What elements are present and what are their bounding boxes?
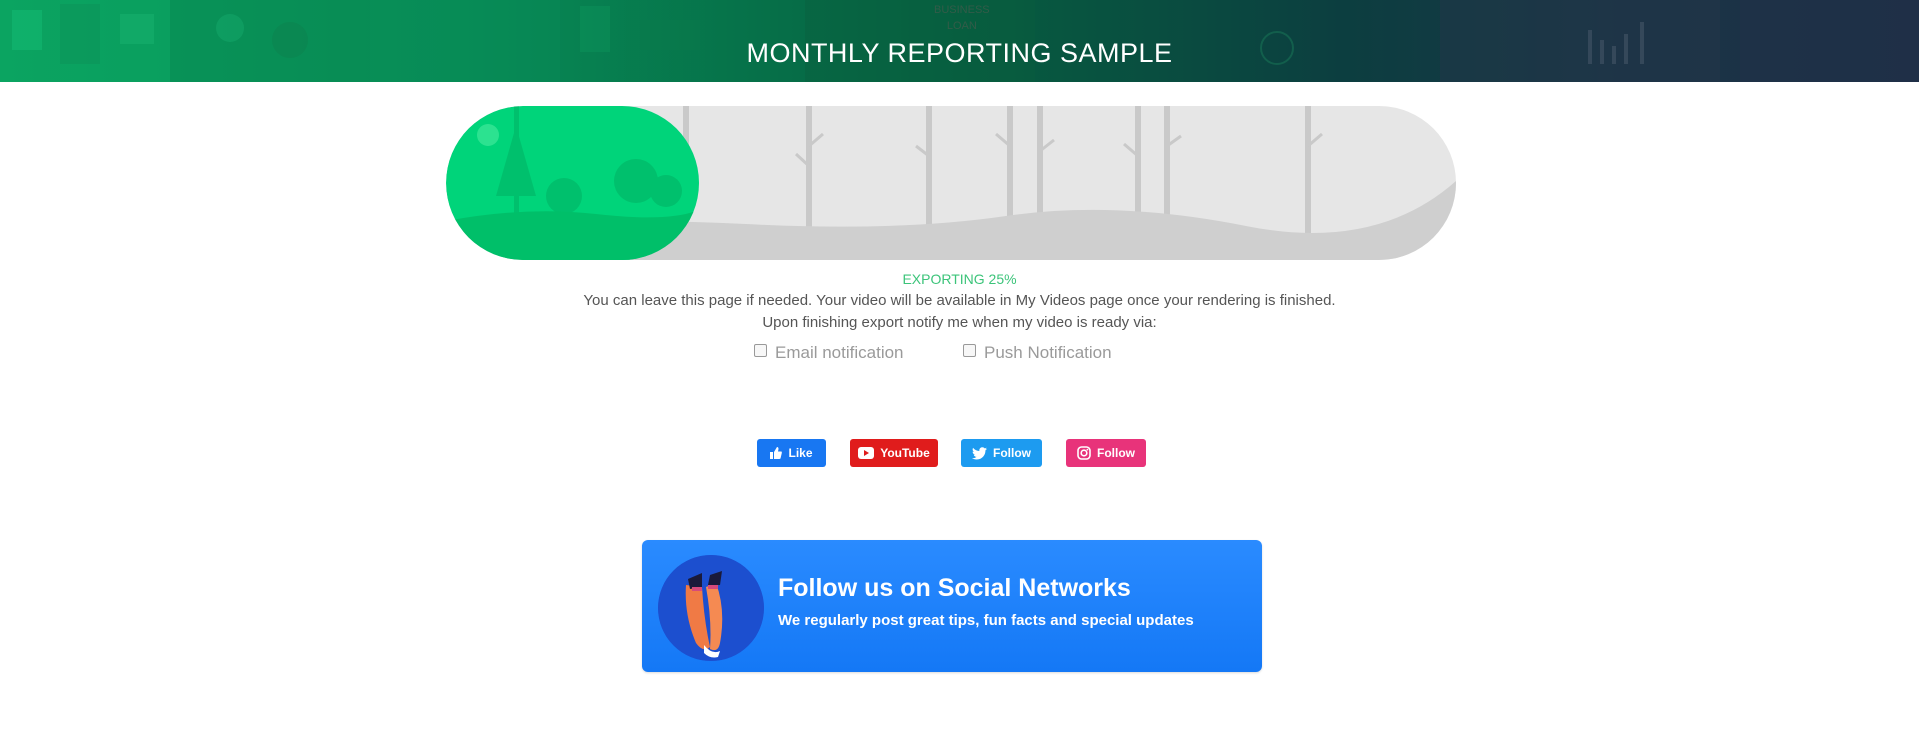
- email-notification-option[interactable]: Email notification: [754, 343, 904, 363]
- push-notification-label: Push Notification: [984, 343, 1112, 362]
- thumbs-up-icon: [770, 447, 783, 459]
- progress-fill: [446, 106, 699, 260]
- twitter-follow-button[interactable]: Follow: [961, 439, 1042, 467]
- twitter-follow-label: Follow: [993, 446, 1031, 460]
- instagram-icon: [1077, 446, 1091, 460]
- youtube-subscribe-button[interactable]: YouTube: [850, 439, 938, 467]
- header-banner: BUSINESS LOAN MONTHLY REPORTING SAMPLE: [0, 0, 1919, 82]
- export-info-text: You can leave this page if needed. Your …: [583, 292, 1336, 309]
- diving-figure-illustration: [658, 555, 764, 661]
- twitter-bird-icon: [972, 446, 987, 459]
- facebook-like-button[interactable]: Like: [757, 439, 826, 467]
- notify-prompt-text: Upon finishing export notify me when my …: [762, 314, 1157, 331]
- follow-social-card[interactable]: Follow us on Social Networks We regularl…: [642, 540, 1262, 672]
- header-background-sign-text: BUSINESS LOAN: [934, 2, 990, 34]
- export-progress-bar: [446, 106, 1456, 260]
- youtube-play-icon: [858, 447, 875, 459]
- follow-card-heading: Follow us on Social Networks: [778, 574, 1131, 602]
- youtube-label: YouTube: [880, 446, 930, 460]
- forest-silhouette-illustration: [446, 106, 696, 260]
- email-notification-label: Email notification: [775, 343, 904, 362]
- facebook-like-label: Like: [788, 446, 813, 460]
- push-notification-option[interactable]: Push Notification: [963, 343, 1112, 363]
- page-title: MONTHLY REPORTING SAMPLE: [746, 38, 1173, 68]
- export-status-label: EXPORTING 25%: [902, 271, 1017, 287]
- follow-card-subheading: We regularly post great tips, fun facts …: [778, 612, 1194, 629]
- email-notification-checkbox[interactable]: [754, 343, 767, 357]
- notification-options: Email notification Push Notification: [0, 343, 1919, 367]
- sign-text-line-1: BUSINESS: [934, 4, 990, 16]
- instagram-follow-label: Follow: [1097, 446, 1135, 460]
- sign-text-line-2: LOAN: [946, 20, 977, 32]
- instagram-follow-button[interactable]: Follow: [1066, 439, 1146, 467]
- push-notification-checkbox[interactable]: [963, 343, 976, 357]
